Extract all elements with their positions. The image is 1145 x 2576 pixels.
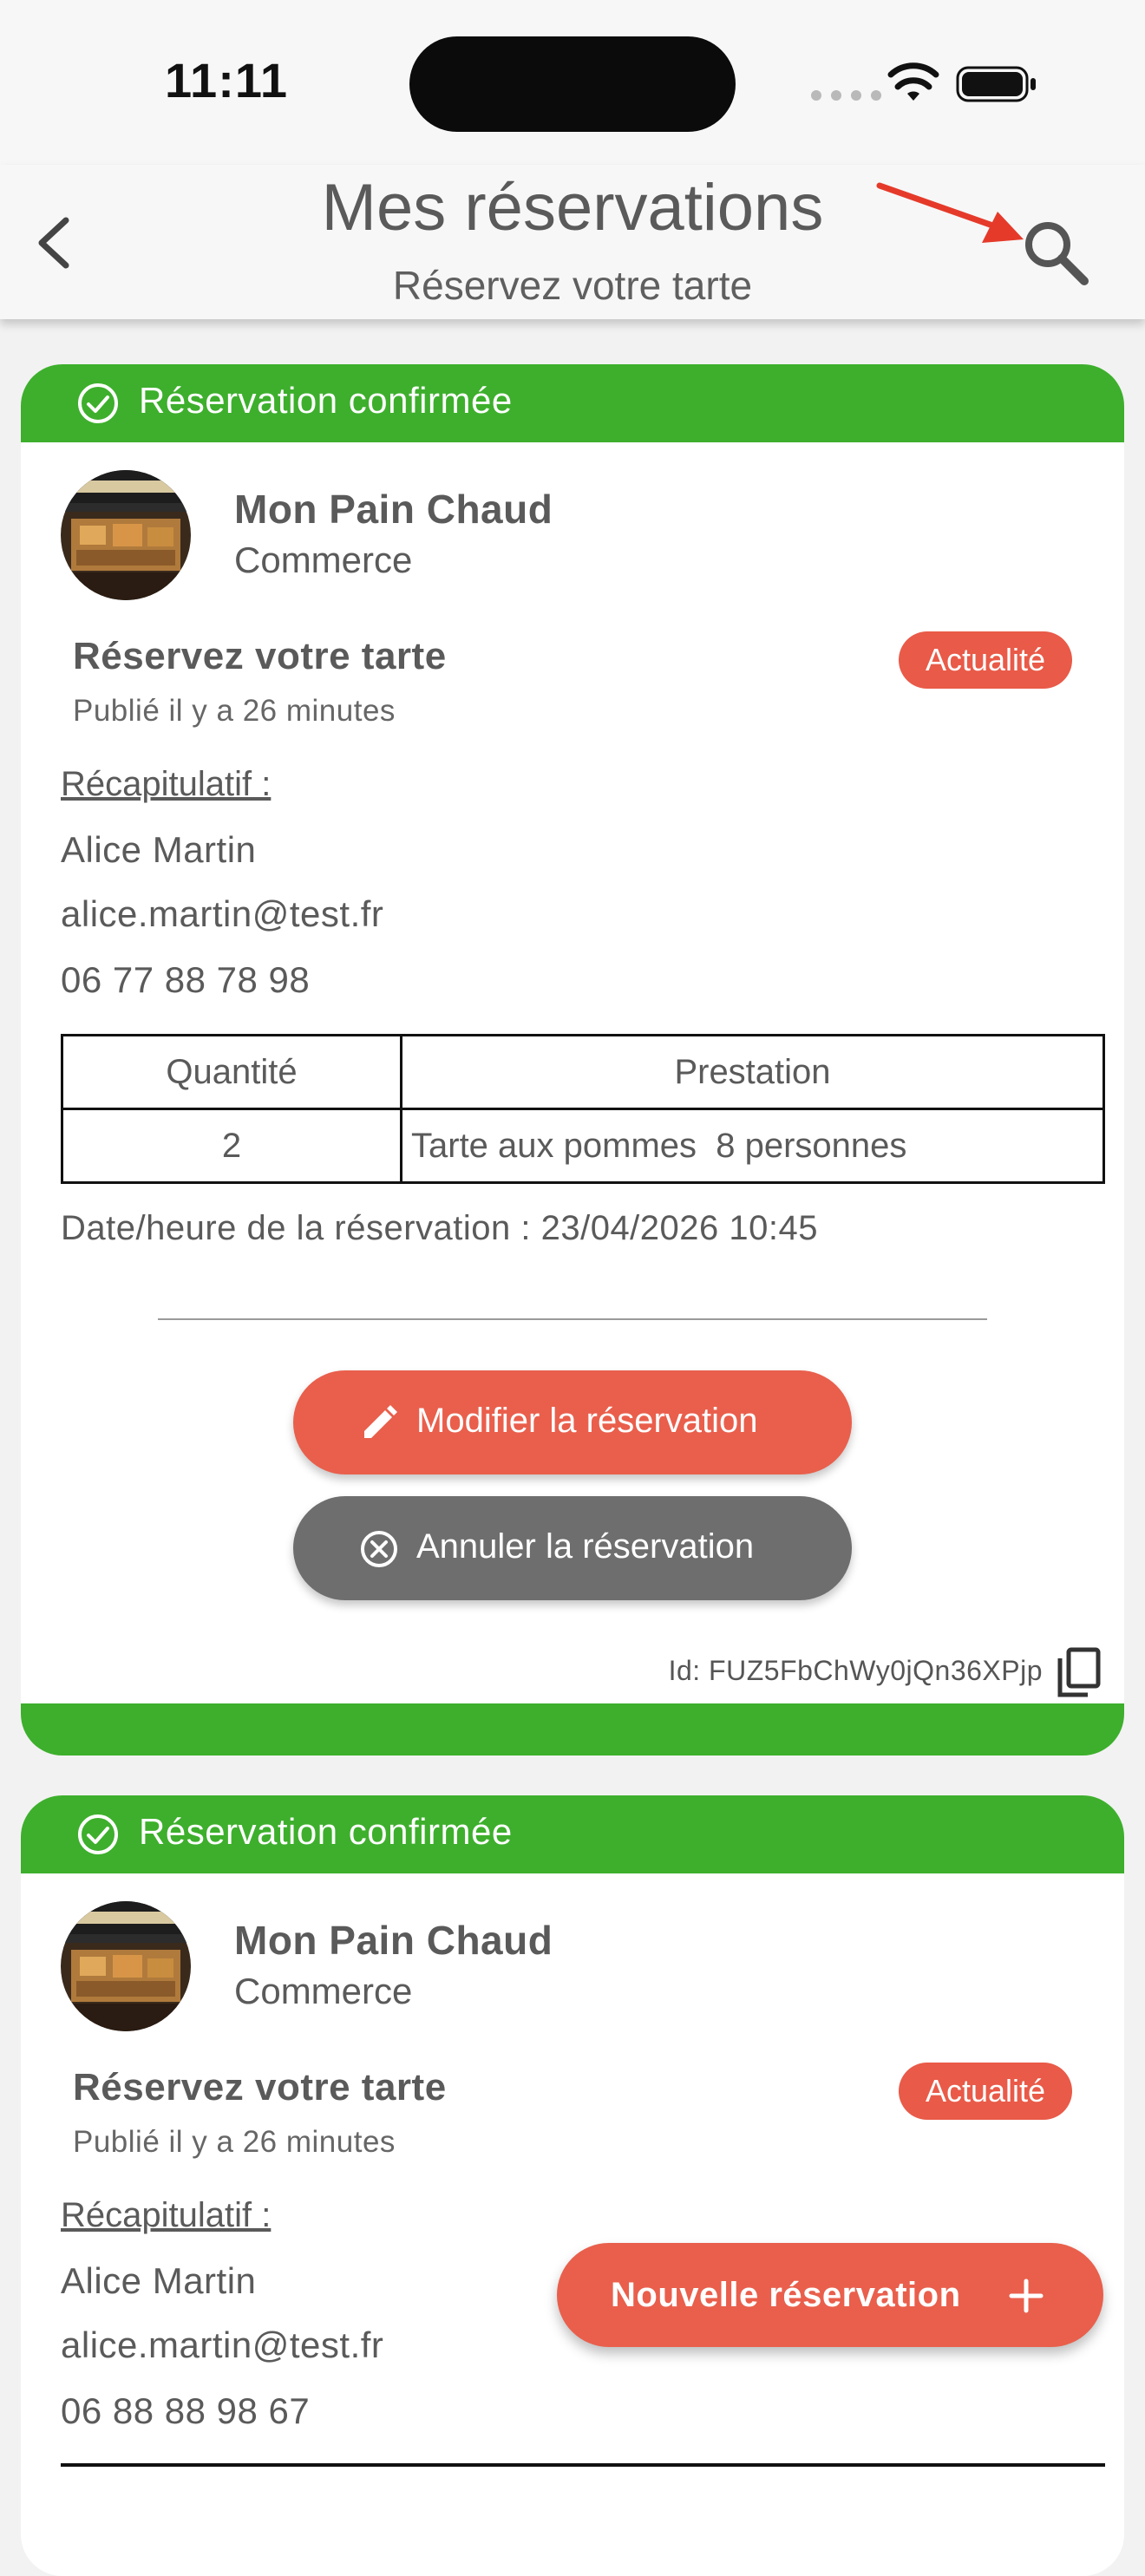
reservation-date: Date/heure de la réservation : 23/04/202… bbox=[61, 1209, 818, 1247]
reservation-card: Réservation confirmée Mon Pain Chaud Com… bbox=[21, 364, 1124, 1755]
table-header-row: Quantité Prestation bbox=[61, 1034, 1105, 1110]
post-time: Publié il y a 26 minutes bbox=[73, 2125, 396, 2159]
post-title: Réservez votre tarte bbox=[73, 2066, 447, 2109]
reservation-status-bar: Réservation confirmée bbox=[21, 364, 1124, 442]
cancel-reservation-label: Annuler la réservation bbox=[416, 1527, 755, 1566]
status-time: 11:11 bbox=[165, 53, 289, 108]
new-reservation-button[interactable]: Nouvelle réservation bbox=[557, 2243, 1103, 2347]
customer-name: Alice Martin bbox=[61, 829, 257, 870]
column-header-quantity: Quantité bbox=[61, 1034, 402, 1110]
customer-name: Alice Martin bbox=[61, 2260, 257, 2301]
x-circle-icon bbox=[361, 1531, 397, 1567]
app-header: Mes réservations Réservez votre tarte bbox=[0, 165, 1145, 319]
search-icon[interactable] bbox=[1017, 213, 1095, 291]
shop-type: Commerce bbox=[234, 1971, 413, 2011]
recap-label: Récapitulatif : bbox=[61, 765, 272, 803]
shop-name: Mon Pain Chaud bbox=[234, 1918, 553, 1963]
cancel-reservation-button[interactable]: Annuler la réservation bbox=[293, 1496, 852, 1600]
card-footer-bar bbox=[21, 1703, 1124, 1755]
post-time: Publié il y a 26 minutes bbox=[73, 694, 396, 728]
customer-phone: 06 77 88 78 98 bbox=[61, 959, 311, 1000]
reservation-table-edge bbox=[61, 2463, 1105, 2467]
new-reservation-label: Nouvelle réservation bbox=[611, 2276, 961, 2314]
annotation-arrow-icon bbox=[876, 182, 1024, 243]
plus-icon bbox=[1009, 2279, 1044, 2313]
check-circle-icon bbox=[78, 383, 118, 423]
signal-icon bbox=[811, 90, 882, 101]
table-row: 2 Tarte aux pommes 8 personnes bbox=[61, 1108, 1105, 1184]
customer-phone: 06 88 88 98 67 bbox=[61, 2390, 311, 2431]
pencil-icon bbox=[364, 1405, 397, 1438]
shop-avatar bbox=[61, 1901, 191, 2031]
check-circle-icon bbox=[78, 1814, 118, 1854]
reservation-status: Réservation confirmée bbox=[139, 1811, 513, 1852]
category-badge: Actualité bbox=[899, 2063, 1072, 2120]
status-bar: 11:11 bbox=[0, 0, 1145, 165]
edit-reservation-label: Modifier la réservation bbox=[416, 1402, 758, 1440]
battery-icon bbox=[956, 66, 1036, 102]
row-prestation: Tarte aux pommes 8 personnes bbox=[400, 1108, 1105, 1184]
customer-email: alice.martin@test.fr bbox=[61, 2324, 384, 2365]
customer-email: alice.martin@test.fr bbox=[61, 893, 384, 934]
reservation-card: Réservation confirmée Mon Pain Chaud Com… bbox=[21, 1795, 1124, 2576]
divider bbox=[158, 1318, 987, 1320]
recap-label: Récapitulatif : bbox=[61, 2196, 272, 2234]
shop-type: Commerce bbox=[234, 539, 413, 580]
shop-name: Mon Pain Chaud bbox=[234, 487, 553, 532]
page-subtitle: Réservez votre tarte bbox=[392, 263, 753, 308]
dynamic-island bbox=[409, 36, 736, 132]
reservation-status: Réservation confirmée bbox=[139, 380, 513, 421]
copy-icon[interactable] bbox=[1053, 1646, 1103, 1700]
edit-reservation-button[interactable]: Modifier la réservation bbox=[293, 1370, 852, 1474]
reservation-id: Id: FUZ5FbChWy0jQn36XPjp bbox=[668, 1655, 1043, 1686]
wifi-icon bbox=[887, 62, 939, 101]
shop-avatar bbox=[61, 470, 191, 600]
post-title: Réservez votre tarte bbox=[73, 635, 447, 677]
reservation-table: Quantité Prestation 2 Tarte aux pommes 8… bbox=[61, 1034, 1105, 1184]
column-header-prestation: Prestation bbox=[400, 1034, 1105, 1110]
category-badge: Actualité bbox=[899, 631, 1072, 689]
row-quantity: 2 bbox=[61, 1108, 402, 1184]
reservation-status-bar: Réservation confirmée bbox=[21, 1795, 1124, 1873]
